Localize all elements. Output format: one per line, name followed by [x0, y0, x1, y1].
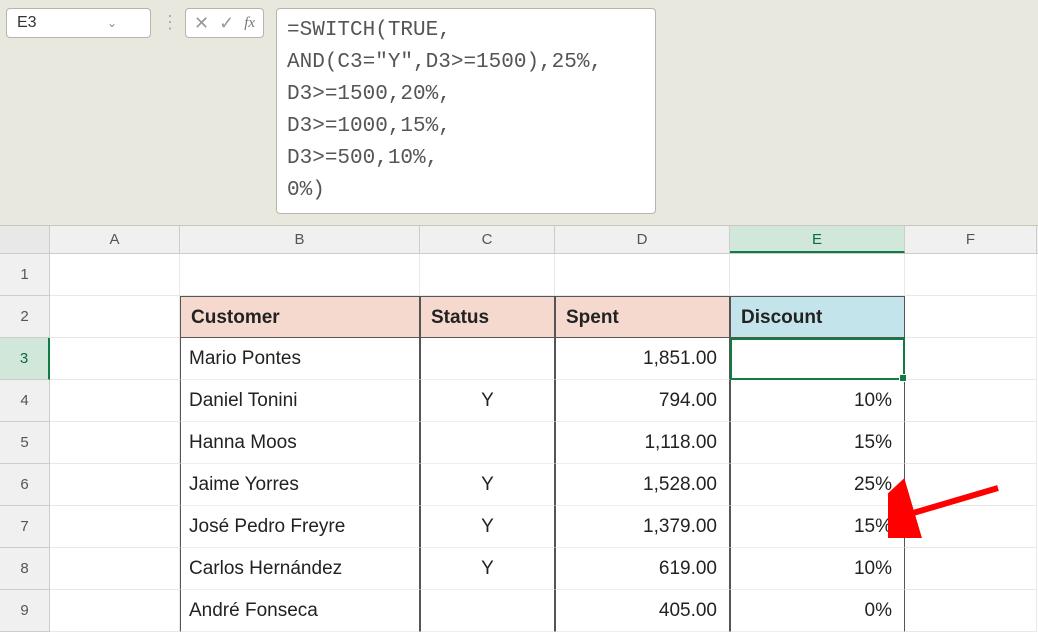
cell-E6[interactable]: 25% [730, 464, 905, 506]
row-header[interactable]: 3 [0, 338, 50, 380]
column-header-A[interactable]: A [50, 226, 180, 253]
column-header-E[interactable]: E [730, 226, 905, 253]
cell-A7[interactable] [50, 506, 180, 548]
grid-row: 6 Jaime YorresY1,528.0025% [0, 464, 1038, 506]
cell-C1[interactable] [420, 254, 555, 296]
cell-F8[interactable] [905, 548, 1037, 590]
row-header[interactable]: 2 [0, 296, 50, 338]
cell-D1[interactable] [555, 254, 730, 296]
cell-D6[interactable]: 1,528.00 [555, 464, 730, 506]
cell-D8[interactable]: 619.00 [555, 548, 730, 590]
column-header-B[interactable]: B [180, 226, 420, 253]
grid-row: 2 CustomerStatusSpentDiscount [0, 296, 1038, 338]
cell-C2[interactable]: Status [420, 296, 555, 338]
cell-A6[interactable] [50, 464, 180, 506]
cell-A2[interactable] [50, 296, 180, 338]
cell-B7[interactable]: José Pedro Freyre [180, 506, 420, 548]
cell-B2[interactable]: Customer [180, 296, 420, 338]
cell-A3[interactable] [50, 338, 180, 380]
select-all-corner[interactable] [0, 226, 50, 253]
cell-F7[interactable] [905, 506, 1037, 548]
cell-F1[interactable] [905, 254, 1037, 296]
cell-C4[interactable]: Y [420, 380, 555, 422]
cancel-icon[interactable]: ✕ [192, 14, 211, 32]
row-header[interactable]: 8 [0, 548, 50, 590]
cell-F2[interactable] [905, 296, 1037, 338]
grid-row: 9 André Fonseca 405.000% [0, 590, 1038, 632]
row-header[interactable]: 1 [0, 254, 50, 296]
cell-F4[interactable] [905, 380, 1037, 422]
cell-E1[interactable] [730, 254, 905, 296]
cell-E3[interactable]: 20% [730, 338, 905, 380]
cell-D2[interactable]: Spent [555, 296, 730, 338]
cell-D7[interactable]: 1,379.00 [555, 506, 730, 548]
cell-A9[interactable] [50, 590, 180, 632]
chevron-down-icon[interactable]: ⌄ [107, 16, 117, 30]
cell-B1[interactable] [180, 254, 420, 296]
cell-B4[interactable]: Daniel Tonini [180, 380, 420, 422]
column-header-D[interactable]: D [555, 226, 730, 253]
cell-E4[interactable]: 10% [730, 380, 905, 422]
cell-A4[interactable] [50, 380, 180, 422]
cell-D4[interactable]: 794.00 [555, 380, 730, 422]
grid-body[interactable]: 12 CustomerStatusSpentDiscount 3 Mario Pont… [0, 254, 1038, 632]
formula-input[interactable]: =SWITCH(TRUE, AND(C3="Y",D3>=1500),25%, … [276, 8, 656, 214]
row-header[interactable]: 4 [0, 380, 50, 422]
cell-E9[interactable]: 0% [730, 590, 905, 632]
column-header-C[interactable]: C [420, 226, 555, 253]
cell-E5[interactable]: 15% [730, 422, 905, 464]
cell-B8[interactable]: Carlos Hernández [180, 548, 420, 590]
grip-icon: ⋮ [161, 13, 179, 31]
grid-row: 1 [0, 254, 1038, 296]
cell-C3[interactable] [420, 338, 555, 380]
grid-row: 8 Carlos HernándezY619.0010% [0, 548, 1038, 590]
row-header[interactable]: 5 [0, 422, 50, 464]
column-header-F[interactable]: F [905, 226, 1037, 253]
cell-E8[interactable]: 10% [730, 548, 905, 590]
cell-C9[interactable] [420, 590, 555, 632]
cell-E2[interactable]: Discount [730, 296, 905, 338]
fx-icon[interactable]: fx [242, 15, 257, 32]
name-box[interactable]: ⌄ [6, 8, 151, 38]
grid-row: 4 Daniel ToniniY794.0010% [0, 380, 1038, 422]
accept-icon[interactable]: ✓ [217, 14, 236, 32]
cell-C5[interactable] [420, 422, 555, 464]
cell-B5[interactable]: Hanna Moos [180, 422, 420, 464]
cell-F3[interactable] [905, 338, 1037, 380]
cell-F6[interactable] [905, 464, 1037, 506]
grid-row: 7 José Pedro FreyreY1,379.0015% [0, 506, 1038, 548]
cell-D9[interactable]: 405.00 [555, 590, 730, 632]
cell-B6[interactable]: Jaime Yorres [180, 464, 420, 506]
cell-D5[interactable]: 1,118.00 [555, 422, 730, 464]
row-header[interactable]: 7 [0, 506, 50, 548]
formula-bar-area: ⌄ ⋮ ✕ ✓ fx =SWITCH(TRUE, AND(C3="Y",D3>=… [0, 0, 1038, 226]
name-box-input[interactable] [17, 14, 107, 32]
cell-A8[interactable] [50, 548, 180, 590]
cell-C7[interactable]: Y [420, 506, 555, 548]
cell-C8[interactable]: Y [420, 548, 555, 590]
cell-A5[interactable] [50, 422, 180, 464]
cell-B3[interactable]: Mario Pontes [180, 338, 420, 380]
cell-C6[interactable]: Y [420, 464, 555, 506]
cell-A1[interactable] [50, 254, 180, 296]
cell-B9[interactable]: André Fonseca [180, 590, 420, 632]
row-header[interactable]: 9 [0, 590, 50, 632]
grid-row: 3 Mario Pontes 1,851.0020% [0, 338, 1038, 380]
row-header[interactable]: 6 [0, 464, 50, 506]
cell-F5[interactable] [905, 422, 1037, 464]
grid-row: 5 Hanna Moos 1,118.0015% [0, 422, 1038, 464]
column-header-row: ABCDEF [0, 226, 1038, 254]
cell-D3[interactable]: 1,851.00 [555, 338, 730, 380]
formula-buttons: ✕ ✓ fx [185, 8, 264, 38]
cell-F9[interactable] [905, 590, 1037, 632]
cell-E7[interactable]: 15% [730, 506, 905, 548]
